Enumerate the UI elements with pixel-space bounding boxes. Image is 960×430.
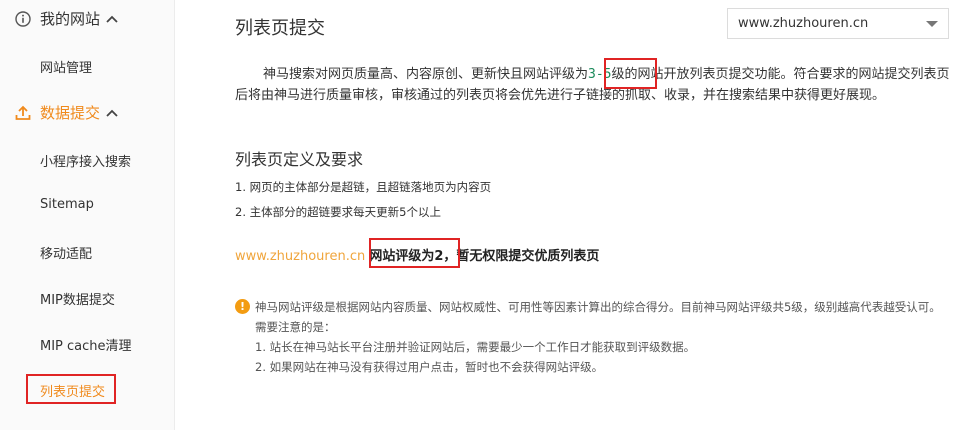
sidebar-item-mobile-adapt[interactable]: 移动适配	[40, 243, 92, 262]
site-select-value: www.zhuzhouren.cn	[738, 16, 869, 31]
sidebar-item-mip-cache[interactable]: MIP cache清理	[40, 335, 132, 354]
highlight-box	[26, 374, 116, 404]
page-title: 列表页提交	[235, 18, 325, 39]
note-line: 神马网站评级是根据网站内容质量、网站权威性、可用性等因素计算出的综合得分。目前神…	[255, 300, 941, 334]
status-domain: www.zhuzhouren.cn	[235, 249, 366, 264]
sidebar-item-site-management[interactable]: 网站管理	[40, 57, 92, 76]
highlight-box	[604, 58, 657, 89]
requirement-item: 2. 主体部分的超链要求每天更新5个以上	[235, 205, 441, 219]
section-title: 列表页定义及要求	[235, 150, 364, 169]
site-select[interactable]: www.zhuzhouren.cn	[727, 8, 949, 39]
sidebar-item-sitemap[interactable]: Sitemap	[40, 197, 94, 212]
note-line: 1. 站长在神马站长平台注册并验证网站后，需要最少一个工作日才能获取到评级数据。	[255, 340, 696, 354]
sidebar-item-mip-submit[interactable]: MIP数据提交	[40, 289, 115, 308]
warning-icon: !	[235, 299, 250, 314]
note-line: 2. 如果网站在神马没有获得过用户点击，暂时也不会获得网站评级。	[255, 360, 604, 374]
sidebar-group-label: 我的网站	[40, 10, 101, 28]
sidebar-group-my-site[interactable]: 我的网站	[14, 8, 118, 29]
sidebar-item-miniprogram[interactable]: 小程序接入搜索	[40, 151, 131, 170]
chevron-up-icon	[106, 109, 118, 117]
sidebar-group-label: 数据提交	[40, 104, 101, 122]
intro-paragraph: 神马搜索对网页质量高、内容原创、更新快且网站评级为3-5级的网站开放列表页提交功…	[235, 64, 950, 106]
rating-note: ! 神马网站评级是根据网站内容质量、网站权威性、可用性等因素计算出的综合得分。目…	[235, 297, 950, 377]
chevron-up-icon	[106, 15, 118, 23]
sidebar-group-data-submit[interactable]: 数据提交	[14, 102, 118, 123]
info-circle-icon	[14, 10, 32, 28]
caret-down-icon	[926, 20, 938, 27]
upload-icon	[14, 104, 32, 122]
requirement-item: 1. 网页的主体部分是超链，且超链落地页为内容页	[235, 180, 492, 194]
sidebar: 我的网站 网站管理 数据提交 小程序接入搜索 Sitemap 移动适配 MIP数…	[0, 0, 175, 430]
highlight-box	[369, 238, 460, 268]
status-message: ，暂无权限提交优质列表页	[443, 249, 600, 264]
intro-text-before: 神马搜索对网页质量高、内容原创、更新快且网站评级为	[263, 67, 589, 82]
